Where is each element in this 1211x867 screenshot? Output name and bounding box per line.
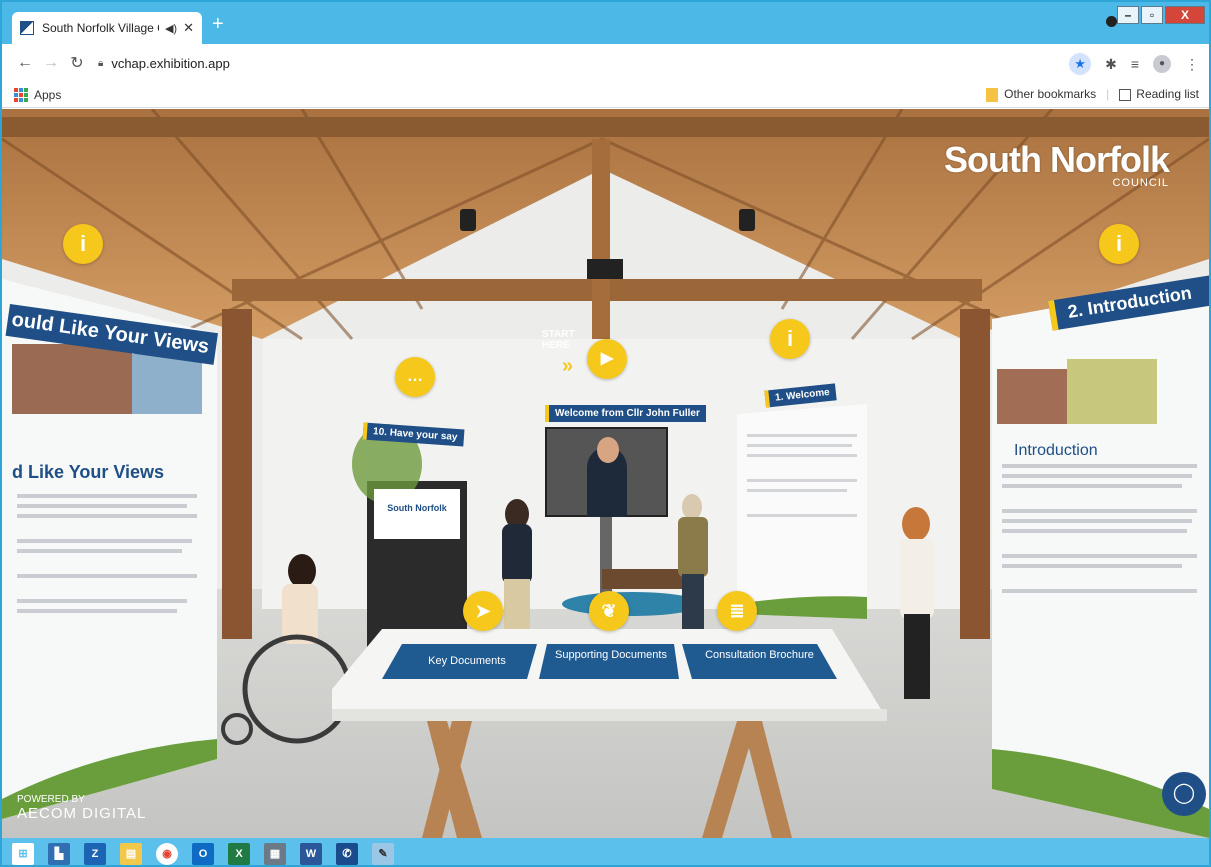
reading-list-icon[interactable]: ≡ [1131, 56, 1139, 72]
forward-icon[interactable]: → [38, 54, 64, 72]
info-hotspot-left[interactable]: i [63, 224, 103, 264]
other-bookmarks[interactable]: Other bookmarks [986, 87, 1096, 102]
url-text[interactable]: vchap.exhibition.app [111, 56, 230, 71]
powered-by-label: POWERED BY [17, 794, 85, 805]
taskbar: ⊞ ▙ Z ▤ ◉ O X ▦ W ✆ ✎ [2, 838, 1209, 865]
excel-icon[interactable]: X [228, 842, 250, 865]
chat-bubble-hotspot[interactable]: … [395, 357, 435, 397]
apps-bookmark[interactable]: Apps [34, 88, 61, 102]
left-panel-heading: d Like Your Views [12, 462, 165, 482]
outlook-mail-icon[interactable]: O [192, 842, 214, 865]
address-bar[interactable]: 🔒︎ vchap.exhibition.app [98, 56, 230, 71]
reload-icon[interactable]: ↻ [64, 53, 90, 73]
chevrons-icon: » [562, 355, 574, 377]
folder-icon[interactable]: ▤ [120, 842, 142, 865]
chrome-icon[interactable]: ◉ [156, 842, 178, 865]
apps-grid-icon[interactable] [14, 87, 28, 102]
tab-close-icon[interactable]: ✕ [183, 20, 194, 36]
south-norfolk-logo: South Norfolk COUNCIL [944, 139, 1170, 189]
minimize-button[interactable]: – [1117, 6, 1139, 24]
phone-icon[interactable]: ✆ [336, 842, 358, 865]
profile-avatar[interactable]: ● [1153, 55, 1171, 73]
bookmarks-bar: Apps Other bookmarks | Reading list [2, 82, 1209, 108]
navigation-bar: ← → ↻ 🔒︎ vchap.exhibition.app ★ ✱ ≡ ● ⋮ [2, 44, 1209, 82]
info-hotspot-welcome[interactable]: i [770, 319, 810, 359]
key-documents-tile[interactable]: Key Documents [402, 655, 532, 667]
folder-icon [986, 87, 999, 102]
calculator-icon[interactable]: ▦ [264, 842, 286, 865]
extensions-icon[interactable]: ✱ [1105, 56, 1117, 73]
info-hotspot-right[interactable]: i [1099, 224, 1139, 264]
kiosk-screen[interactable]: South Norfolk [374, 489, 460, 539]
supporting-documents-tile[interactable]: Supporting Documents [547, 649, 675, 661]
powered-by: POWERED BY AECOM DIGITAL [17, 794, 146, 822]
logo-text: South Norfolk [944, 139, 1170, 180]
other-bookmarks-label: Other bookmarks [1004, 87, 1097, 101]
menu-icon[interactable]: ⋮ [1185, 56, 1199, 73]
tab-strip: South Norfolk Village Cluster ◀) ✕ + – ▫… [2, 2, 1209, 44]
maximize-button[interactable]: ▫ [1141, 6, 1163, 24]
paper-plane-hotspot[interactable]: ➤ [463, 591, 503, 631]
document-hotspot[interactable]: ≣ [717, 591, 757, 631]
browser-tab[interactable]: South Norfolk Village Cluster ◀) ✕ [12, 12, 202, 44]
back-icon[interactable]: ← [12, 54, 38, 72]
reading-list-label: Reading list [1136, 87, 1199, 102]
location-pin-icon[interactable] [1106, 16, 1117, 27]
toolbar-right: ★ ✱ ≡ ● ⋮ [1069, 53, 1199, 75]
reading-list-icon [1119, 89, 1132, 102]
paint-icon[interactable]: ✎ [372, 842, 394, 865]
browser-window: South Norfolk Village Cluster ◀) ✕ + – ▫… [0, 0, 1211, 867]
outlook-icon[interactable]: Z [84, 842, 106, 865]
exhibition-viewport[interactable]: South Norfolk COUNCIL ould Like Your Vie… [2, 109, 1209, 838]
speaker-icon[interactable]: ◀) [165, 22, 177, 35]
right-panel-heading: Introduction [1014, 442, 1098, 459]
leaf-hotspot[interactable]: ❦ [589, 591, 629, 631]
tab-title: South Norfolk Village Cluster [42, 21, 159, 35]
chat-launcher-icon[interactable]: ◯ [1162, 772, 1206, 816]
start-label-line-2: HERE [542, 340, 570, 351]
bookmark-star-icon[interactable]: ★ [1069, 53, 1092, 75]
start-here-label: START HERE [542, 329, 575, 351]
powered-by-brand: AECOM DIGITAL [17, 805, 147, 822]
welcome-video-tag[interactable]: Welcome from Cllr John Fuller [545, 405, 706, 422]
start-label-line-1: START [542, 329, 575, 340]
lock-icon[interactable]: 🔒︎ [98, 58, 103, 69]
site-favicon [20, 21, 34, 35]
bookmarks-right: Other bookmarks | Reading list [986, 87, 1199, 102]
close-window-button[interactable]: X [1165, 6, 1205, 24]
word-icon[interactable]: W [300, 842, 322, 865]
reading-list[interactable]: Reading list [1119, 87, 1199, 101]
welcome-video-screen[interactable] [545, 427, 668, 517]
play-video-hotspot[interactable]: ▶ [587, 339, 627, 379]
file-explorer-icon[interactable]: ▙ [48, 842, 70, 865]
consultation-brochure-tile[interactable]: Consultation Brochure [697, 649, 822, 661]
new-tab-button[interactable]: + [212, 14, 224, 34]
window-controls: – ▫ X [1117, 6, 1205, 24]
windows-start-icon[interactable]: ⊞ [12, 842, 34, 865]
